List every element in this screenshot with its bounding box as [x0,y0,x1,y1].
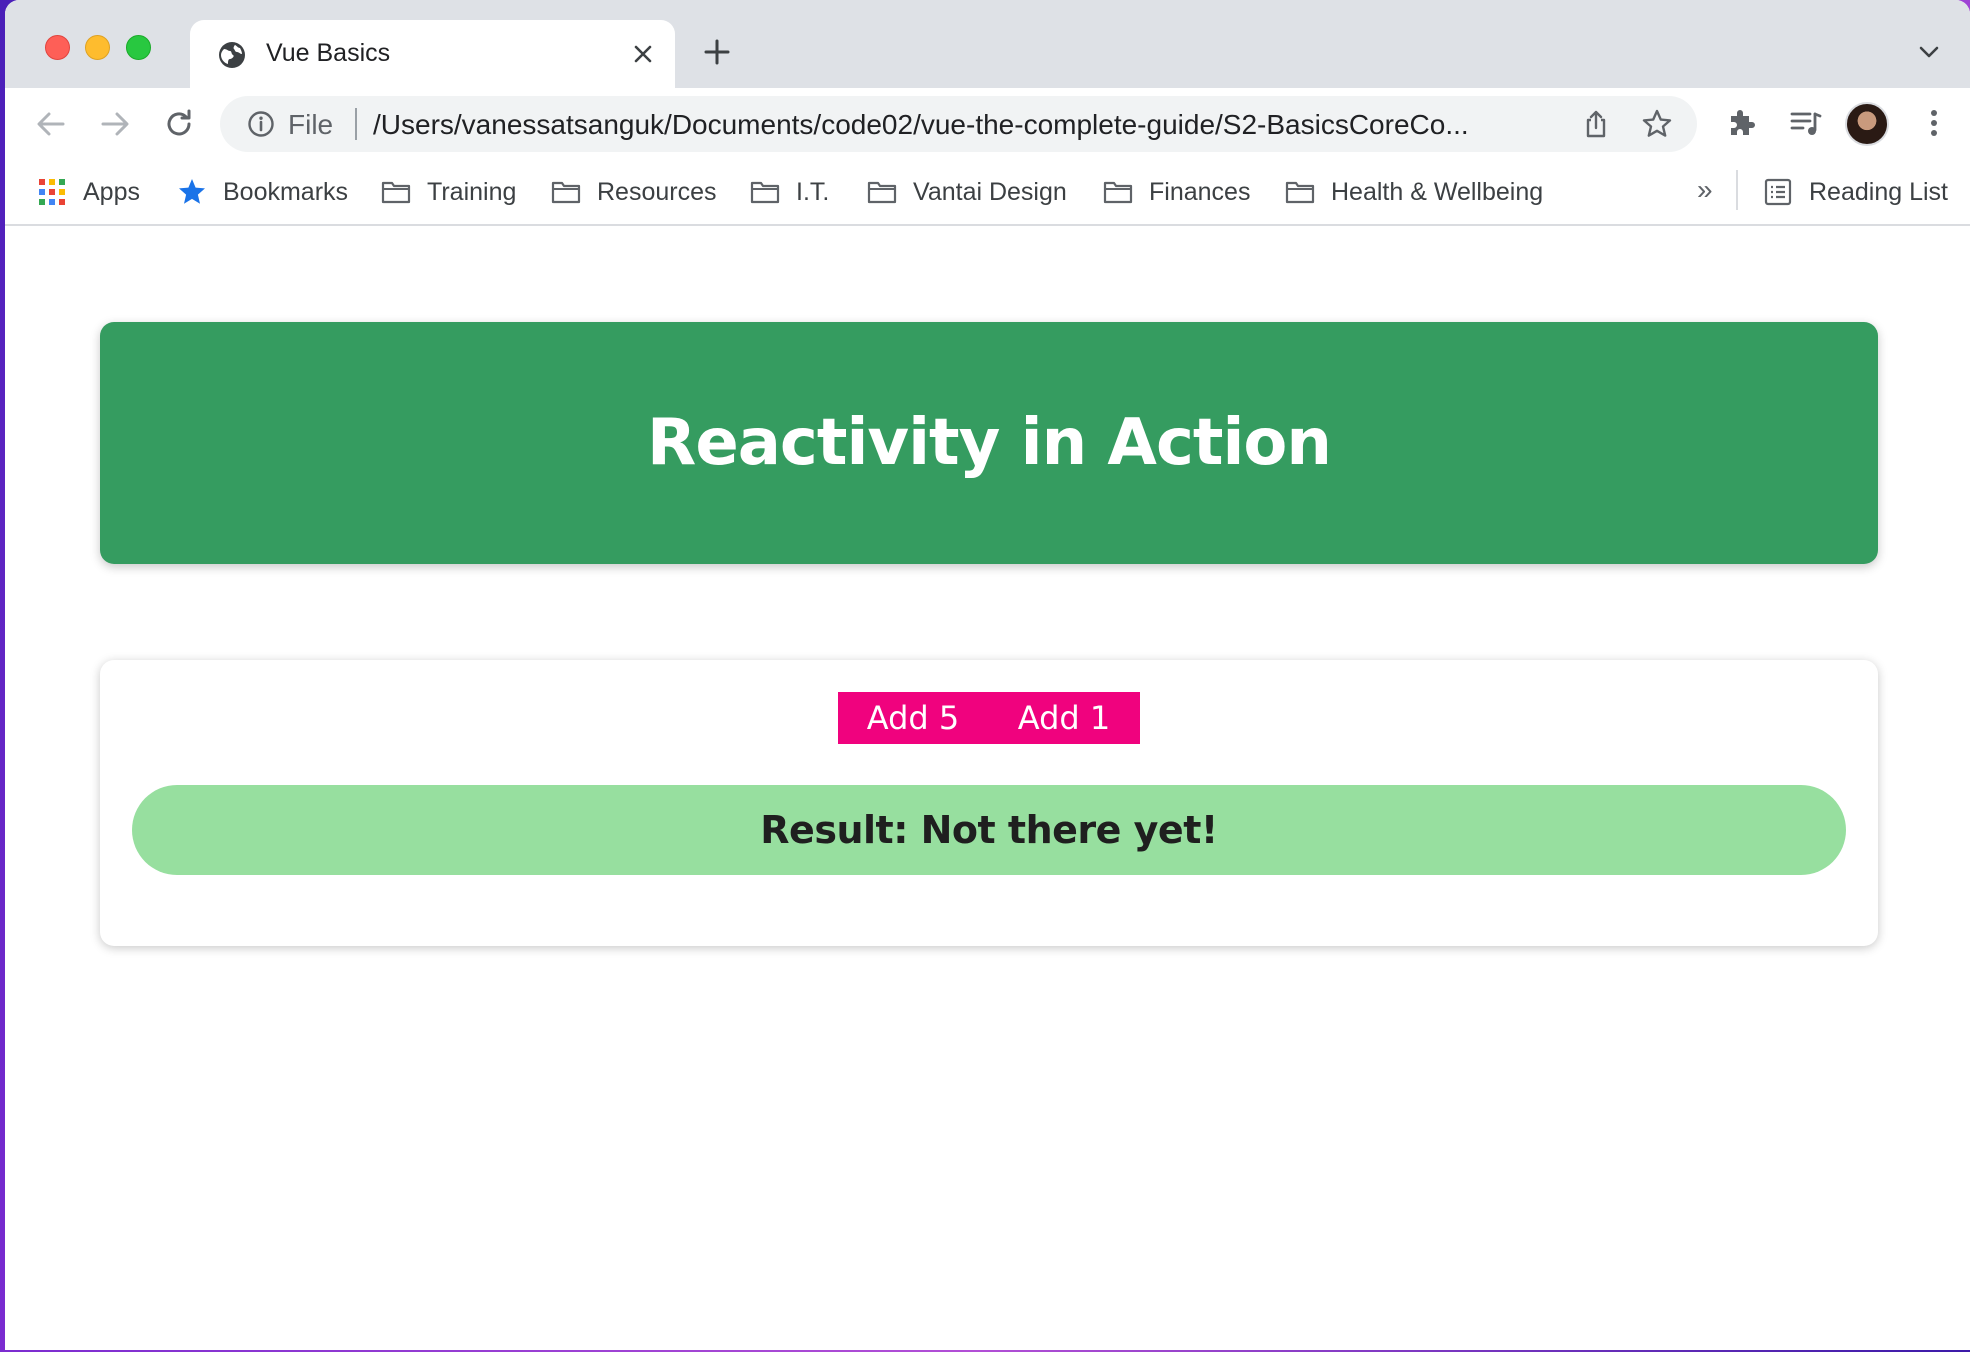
back-arrow-icon[interactable] [33,106,69,142]
bookmark-training[interactable]: Training [381,172,516,212]
page-content: Reactivity in Action Add 5 Add 1 Result:… [5,228,1970,1350]
result-text: Result: Not there yet! [760,808,1218,852]
bookmark-label: Health & Wellbeing [1331,177,1544,206]
button-group: Add 5 Add 1 [838,692,1140,744]
bookmarks-bar: Apps Bookmarks Training Resources I.T. V… [5,160,1970,226]
share-icon[interactable] [1581,109,1611,139]
bookmark-label: Apps [83,177,140,206]
bookmark-label: Training [427,177,517,206]
browser-window: Vue Basics File /Users/vanessatsanguk/Do… [5,0,1970,1350]
result-bar: Result: Not there yet! [132,785,1846,875]
bookmark-it[interactable]: I.T. [750,172,829,212]
bookmark-label: Bookmarks [223,177,349,206]
maximize-window-button[interactable] [126,35,151,60]
media-queue-icon[interactable] [1789,106,1823,140]
page-title: Reactivity in Action [647,406,1332,480]
minimize-window-button[interactable] [85,35,110,60]
folder-icon [1103,177,1133,207]
close-tab-icon[interactable] [631,42,655,66]
bookmark-bookmarks[interactable]: Bookmarks [177,172,348,212]
assignment-card: Add 5 Add 1 Result: Not there yet! [100,660,1878,946]
star-icon [177,177,207,207]
bookmark-label: I.T. [796,177,830,206]
bookmarks-overflow-button[interactable]: » [1697,174,1713,206]
app-header: Reactivity in Action [100,322,1878,564]
bookmark-star-icon[interactable] [1641,108,1673,140]
bookmark-vantai-design[interactable]: Vantai Design [867,172,1067,212]
new-tab-icon[interactable] [703,38,731,66]
tab-strip: Vue Basics [5,0,1970,88]
bookmark-label: Finances [1149,177,1251,206]
bookmark-resources[interactable]: Resources [551,172,717,212]
folder-icon [1285,177,1315,207]
tab-title: Vue Basics [266,39,391,67]
scheme-label: File [288,109,334,140]
url-text[interactable]: /Users/vanessatsanguk/Documents/code02/v… [373,109,1533,141]
folder-icon [867,177,897,207]
chevron-down-icon[interactable] [1918,44,1940,60]
reload-icon[interactable] [161,106,197,142]
reading-list-label: Reading List [1809,177,1948,206]
bookmark-health-wellbeing[interactable]: Health & Wellbeing [1285,172,1543,212]
reading-list-button[interactable]: Reading List [1763,172,1948,212]
extensions-puzzle-icon[interactable] [1725,106,1759,140]
bookmark-label: Vantai Design [913,177,1067,206]
info-icon[interactable] [247,110,275,138]
reading-list-icon [1763,177,1793,207]
bookmarks-separator [1736,170,1738,210]
close-window-button[interactable] [45,35,70,60]
globe-icon [217,40,247,70]
apps-grid-icon [37,177,67,207]
browser-toolbar: File /Users/vanessatsanguk/Documents/cod… [5,88,1970,160]
bookmark-apps[interactable]: Apps [37,172,140,212]
add-5-button[interactable]: Add 5 [838,692,988,744]
add-1-button[interactable]: Add 1 [988,692,1140,744]
folder-icon [750,177,780,207]
bookmark-label: Resources [597,177,717,206]
more-vertical-icon[interactable] [1917,106,1951,140]
folder-icon [381,177,411,207]
bookmark-finances[interactable]: Finances [1103,172,1250,212]
omnibox-separator [355,108,357,140]
forward-arrow-icon[interactable] [97,106,133,142]
folder-icon [551,177,581,207]
tab-vue-basics[interactable]: Vue Basics [190,20,675,88]
address-bar[interactable]: File /Users/vanessatsanguk/Documents/cod… [220,96,1697,152]
profile-avatar[interactable] [1845,102,1889,146]
